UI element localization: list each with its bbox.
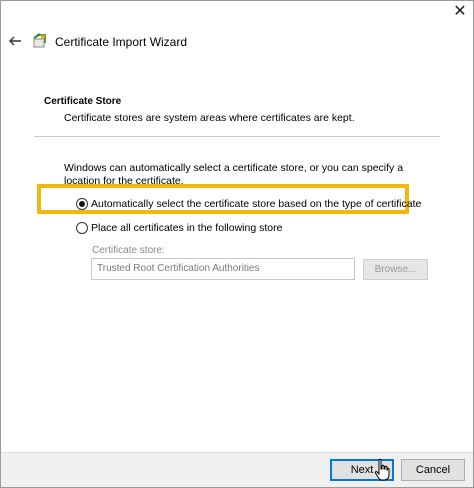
back-button[interactable] [6,32,24,50]
radio-place-in-store-label[interactable]: Place all certificates in the following … [91,222,282,234]
browse-button: Browse... [363,259,428,280]
certificate-wizard-icon [31,32,49,50]
header-divider [34,136,440,137]
radio-auto-select[interactable] [76,198,88,210]
close-icon: ✕ [453,3,467,20]
certificate-store-field: Trusted Root Certification Authorities [91,258,355,280]
radio-place-in-store[interactable] [76,222,88,234]
radio-auto-select-label[interactable]: Automatically select the certificate sto… [91,198,421,210]
section-description: Certificate stores are system areas wher… [64,112,355,124]
mouse-cursor-icon [374,458,390,481]
wizard-title: Certificate Import Wizard [55,35,188,49]
close-button[interactable]: ✕ [447,0,473,24]
cancel-button[interactable]: Cancel [401,459,465,481]
section-title: Certificate Store [44,96,122,107]
wizard-window [0,0,474,488]
certificate-store-label: Certificate store: [92,245,165,256]
intro-text: Windows can automatically select a certi… [64,162,404,184]
back-arrow-icon [9,36,21,46]
